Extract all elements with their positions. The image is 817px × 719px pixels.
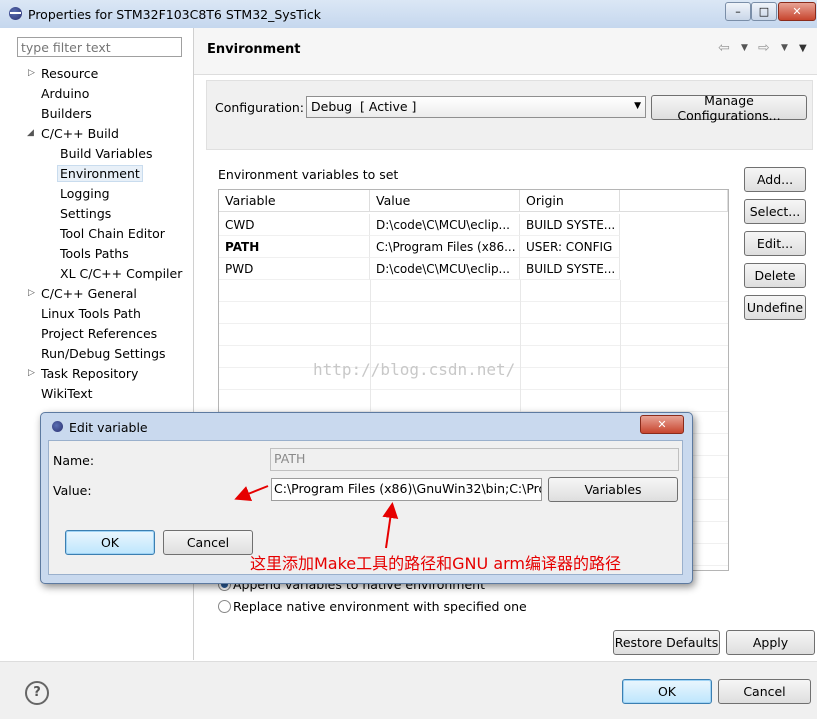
annotation-text: 这里添加Make工具的路径和GNU arm编译器的路径 xyxy=(250,554,622,573)
annotation-arrows xyxy=(234,485,399,549)
annotation-arrow-left xyxy=(234,485,269,501)
annotation-arrow-up xyxy=(382,502,399,549)
